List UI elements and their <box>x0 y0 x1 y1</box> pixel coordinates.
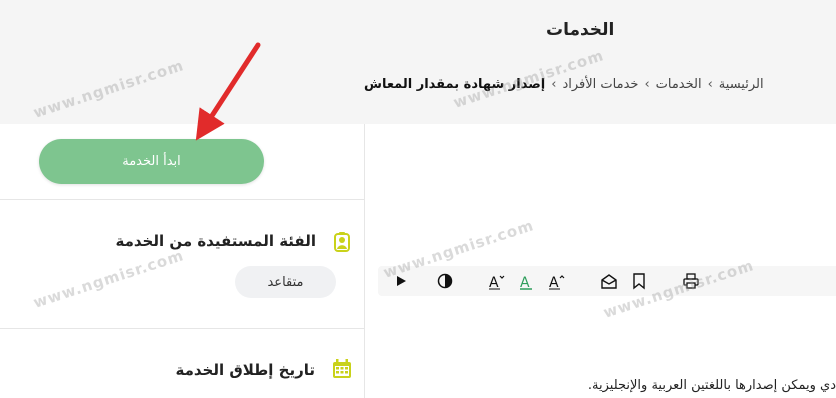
font-color-icon[interactable]: A <box>518 272 536 290</box>
svg-text:A: A <box>520 275 530 290</box>
beneficiary-badge: متقاعد <box>235 266 336 298</box>
font-decrease-icon[interactable]: A <box>488 272 506 290</box>
contrast-icon[interactable] <box>436 272 454 290</box>
page-title: الخدمات <box>546 20 615 40</box>
print-icon[interactable] <box>682 272 700 290</box>
start-service-button[interactable]: ابدأ الخدمة <box>39 139 264 184</box>
page-header: الخدمات الرئيسية › الخدمات › خدمات الأفراد › إ… <box>0 0 836 124</box>
chevron-left-icon: › <box>644 77 650 92</box>
font-increase-icon[interactable]: A <box>548 272 566 290</box>
chevron-left-icon: › <box>551 77 557 92</box>
mail-open-icon[interactable] <box>600 272 618 290</box>
service-description-text: دي ويمكن إصدارها باللغتين العربية والإنج… <box>587 378 836 393</box>
bookmark-icon[interactable] <box>630 272 648 290</box>
breadcrumb-services[interactable]: الخدمات <box>656 77 702 92</box>
breadcrumb-individual-services[interactable]: خدمات الأفراد <box>562 77 638 92</box>
launch-date-section-title: تاريخ إطلاق الخدمة <box>175 361 316 379</box>
breadcrumb: الرئيسية › الخدمات › خدمات الأفراد › إصدار شها… <box>364 77 794 92</box>
play-icon[interactable] <box>392 272 410 290</box>
person-badge-icon <box>334 232 350 252</box>
breadcrumb-home[interactable]: الرئيسية <box>719 77 764 92</box>
beneficiary-section-title: الفئة المستفيدة من الخدمة <box>115 232 316 250</box>
calendar-icon <box>333 359 351 378</box>
svg-text:A: A <box>549 275 559 290</box>
divider <box>0 328 364 329</box>
breadcrumb-current: إصدار شهادة بمقدار المعاش <box>364 77 546 92</box>
chevron-left-icon: › <box>707 77 713 92</box>
divider <box>0 199 364 200</box>
svg-text:A: A <box>489 275 499 290</box>
accessibility-toolbar: A A A <box>378 266 836 296</box>
